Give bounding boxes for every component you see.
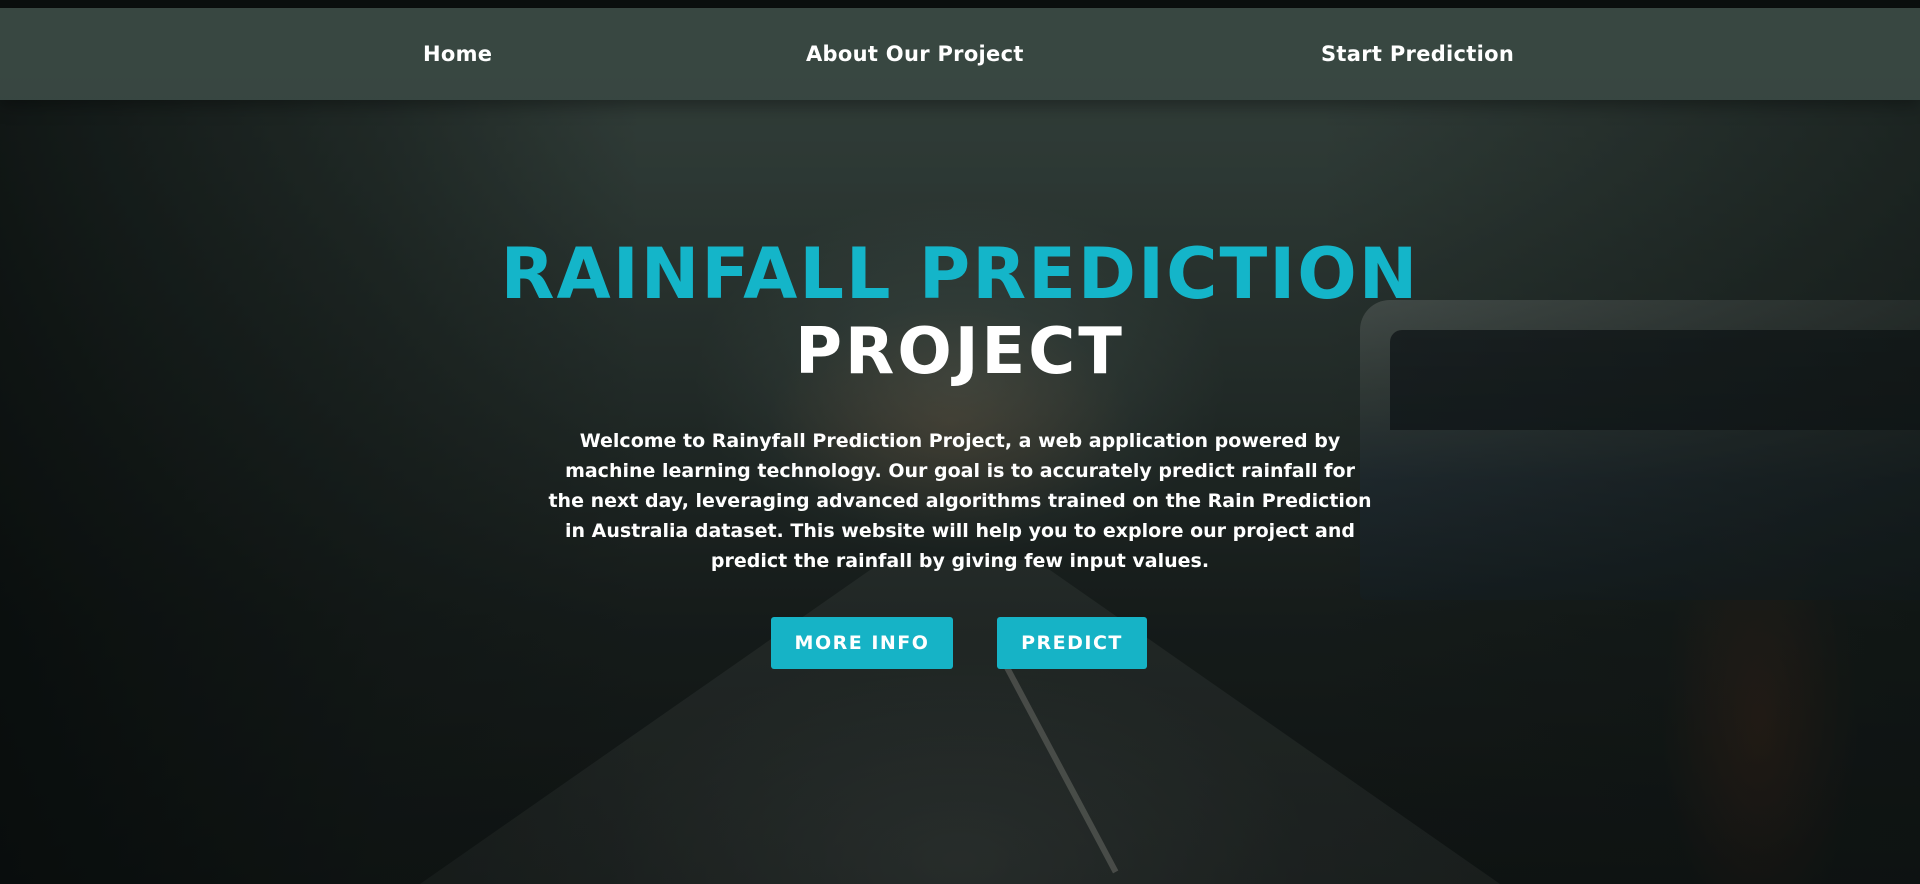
nav-link-start-prediction[interactable]: Start Prediction (1321, 42, 1514, 66)
nav-link-home[interactable]: Home (423, 42, 492, 66)
page: Home About Our Project Start Prediction … (0, 0, 1920, 884)
top-strip (0, 0, 1920, 8)
nav-link-about[interactable]: About Our Project (806, 42, 1024, 66)
more-info-button[interactable]: MORE INFO (771, 617, 953, 669)
navbar: Home About Our Project Start Prediction (0, 8, 1920, 100)
hero-title-secondary: PROJECT (795, 315, 1125, 389)
predict-button[interactable]: PREDICT (997, 617, 1147, 669)
hero-description: Welcome to Rainyfall Prediction Project,… (548, 430, 1372, 572)
hero-title-primary: RAINFALL PREDICTION (500, 233, 1420, 315)
